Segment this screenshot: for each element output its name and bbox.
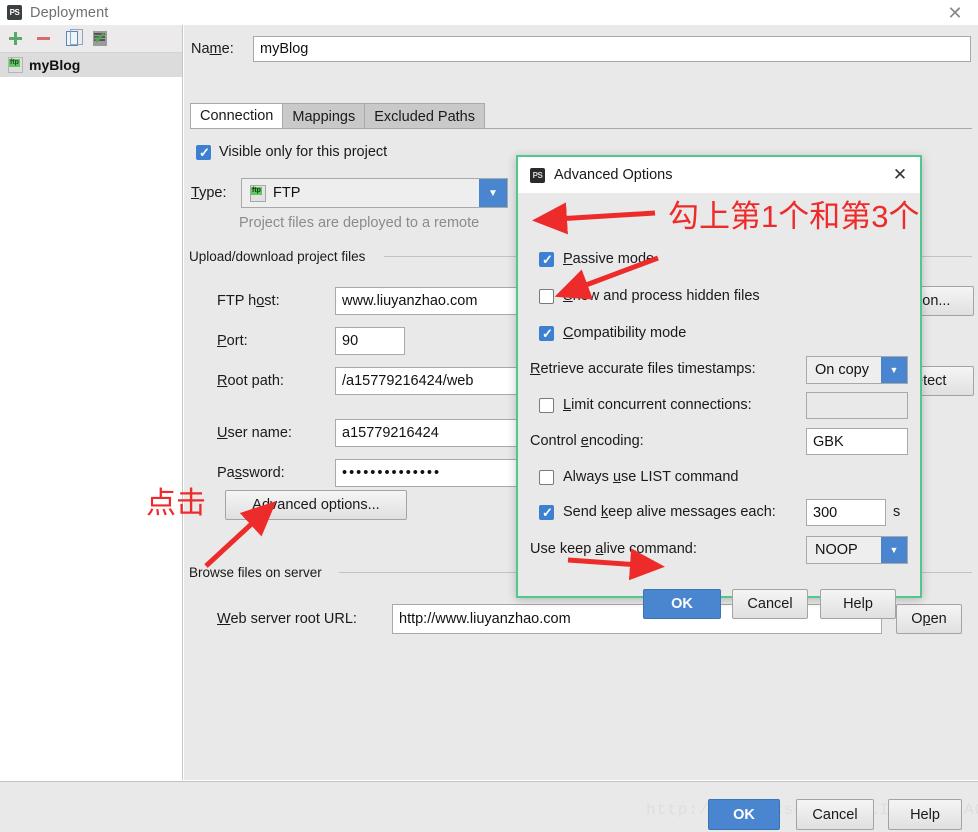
- deployment-window: PS Deployment ✕ ftp myBlog Name: Connect…: [0, 0, 978, 832]
- annotation-arrow-ok: [567, 548, 665, 581]
